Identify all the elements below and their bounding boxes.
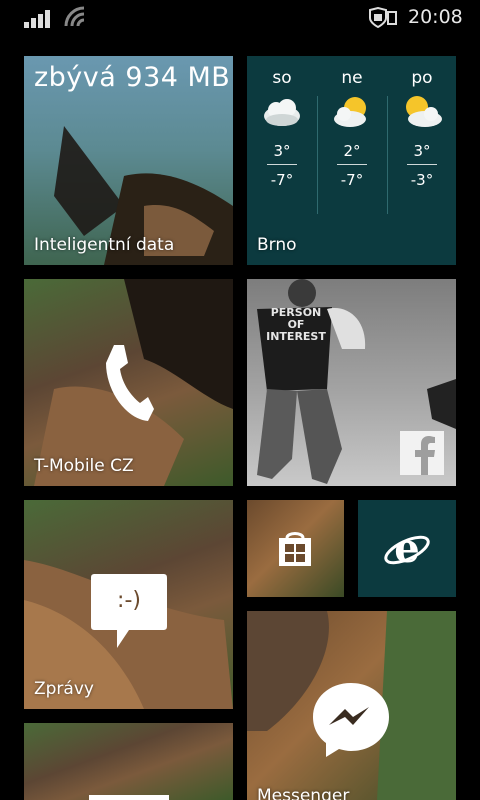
tile-store[interactable] — [247, 500, 344, 597]
weather-divider — [407, 164, 437, 165]
internet-explorer-icon: e — [384, 526, 430, 570]
weather-day-name: ne — [341, 68, 363, 88]
wifi-icon — [64, 6, 85, 27]
tile-label: Messenger — [257, 786, 350, 800]
tile-messenger[interactable]: Messenger — [247, 611, 456, 800]
shield-battery-icon — [369, 7, 397, 29]
weather-low: -7° — [270, 171, 294, 189]
cloudy-icon — [264, 99, 300, 126]
signal-icon — [24, 10, 50, 28]
data-remaining: zbývá 934 MB — [34, 62, 231, 93]
weather-high: 3° — [273, 142, 291, 160]
weather-low: -3° — [410, 171, 434, 189]
tile-label: T-Mobile CZ — [34, 456, 134, 476]
weather-day-2: ne 2° -7° — [317, 56, 387, 189]
status-bar: 20:08 — [0, 0, 480, 36]
weather-day-3: po 3° -3° — [387, 56, 456, 189]
phone-icon — [106, 345, 154, 421]
tile-data-sense[interactable]: zbývá 934 MB Inteligentní data — [24, 56, 233, 265]
tile-partial[interactable] — [24, 723, 233, 800]
partly-sunny-icon — [334, 97, 366, 127]
shirt-text: PERSON OF INTEREST — [266, 306, 326, 343]
clock: 20:08 — [408, 6, 463, 28]
emoticon: :-) — [117, 588, 141, 613]
tile-label: Brno — [257, 235, 297, 255]
messenger-icon — [313, 683, 389, 757]
weather-low: -7° — [340, 171, 364, 189]
tile-label: Inteligentní data — [34, 235, 175, 255]
facebook-icon — [400, 431, 444, 475]
weather-day-name: so — [272, 68, 292, 88]
tile-people[interactable]: PERSON OF INTEREST — [247, 279, 456, 486]
tile-background-photo — [24, 723, 233, 800]
tile-internet-explorer[interactable]: e — [358, 500, 456, 597]
weather-divider — [267, 164, 297, 165]
store-icon — [279, 532, 311, 566]
partly-sunny-icon — [406, 96, 442, 127]
tile-weather[interactable]: so 3° -7° ne 2° -7° po 3° -3° Brno — [247, 56, 456, 265]
weather-high: 2° — [343, 142, 361, 160]
weather-high: 3° — [413, 142, 431, 160]
tile-phone[interactable]: T-Mobile CZ — [24, 279, 233, 486]
weather-divider — [337, 164, 367, 165]
weather-day-1: so 3° -7° — [247, 56, 317, 189]
tile-label: Zprávy — [34, 679, 94, 699]
weather-day-name: po — [411, 68, 433, 88]
tile-messaging[interactable]: :-) Zprávy — [24, 500, 233, 709]
partial-icon — [89, 795, 169, 800]
